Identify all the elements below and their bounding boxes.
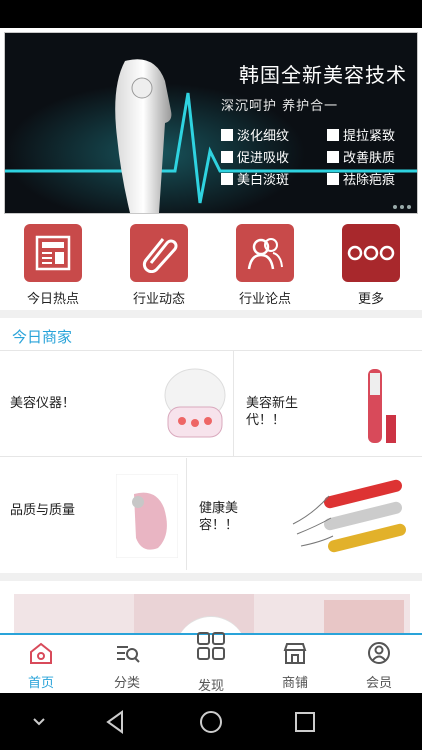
merchant-card[interactable]: 美容新生代！！	[234, 351, 422, 457]
merchant-card[interactable]: 美容仪器！	[0, 351, 234, 457]
store-icon	[283, 643, 307, 664]
checkbox-icon	[327, 128, 339, 141]
product-image	[292, 479, 406, 553]
banner-feature: 改善肤质	[327, 147, 395, 166]
more-dots-icon	[342, 224, 400, 282]
ad-image	[324, 600, 404, 634]
merchant-title: 品质与质量	[10, 503, 76, 518]
status-bar	[0, 0, 422, 28]
section-divider	[0, 573, 422, 581]
chevron-down-icon[interactable]	[24, 707, 54, 737]
promo-banner[interactable]: 韩国全新美容技术 深沉呵护 养护合一 淡化细纹 提拉紧致 促进吸收 改善肤质 美…	[4, 32, 418, 214]
section-title-merchants: 今日商家	[12, 328, 73, 346]
banner-title: 韩国全新美容技术	[239, 63, 407, 87]
home-icon	[30, 642, 52, 664]
grid-icon	[197, 632, 225, 660]
banner-feature: 祛除疤痕	[327, 169, 395, 188]
tab-label: 会员	[365, 676, 392, 691]
tab-member[interactable]: 会员	[344, 641, 414, 691]
banner-subtitle: 深沉呵护 养护合一	[221, 99, 339, 114]
tab-store[interactable]: 商铺	[260, 641, 330, 691]
quick-link-hot-today[interactable]: 今日热点	[8, 224, 98, 307]
merchant-title: 美容新生代！！	[246, 396, 299, 428]
tab-discover[interactable]: 发现	[176, 631, 246, 694]
tab-label: 首页	[27, 676, 54, 691]
paperclip-icon	[130, 224, 188, 282]
checkbox-icon	[221, 128, 233, 141]
tab-label: 商铺	[281, 676, 308, 691]
recent-apps-icon[interactable]	[290, 707, 320, 737]
quick-link-industry-views[interactable]: 行业论点	[220, 224, 310, 307]
merchant-title: 健康美容！！	[199, 501, 239, 533]
merchant-card[interactable]: 健康美容！！	[187, 458, 422, 570]
quick-link-industry-news[interactable]: 行业动态	[114, 224, 204, 307]
quick-link-label: 更多	[357, 292, 384, 307]
quick-link-more[interactable]: 更多	[326, 224, 416, 307]
people-icon	[236, 224, 294, 282]
tab-label: 发现	[197, 679, 224, 694]
banner-feature: 提拉紧致	[327, 125, 395, 144]
user-icon	[368, 642, 390, 664]
tab-category[interactable]: 分类	[92, 641, 162, 691]
banner-feature: 淡化细纹	[221, 125, 289, 144]
back-icon[interactable]	[102, 707, 132, 737]
category-search-icon	[117, 646, 140, 663]
home-circle-icon[interactable]	[196, 707, 226, 737]
product-image	[164, 368, 226, 438]
section-divider	[0, 310, 422, 318]
quick-link-label: 行业动态	[132, 292, 185, 307]
carousel-indicator	[393, 205, 411, 209]
quick-links: 今日热点 行业动态 行业论点 更多	[0, 216, 422, 308]
bottom-tab-bar: 首页 分类 发现 商铺 会员	[0, 631, 422, 695]
system-nav-bar	[0, 693, 422, 750]
checkbox-icon	[327, 150, 339, 163]
tab-home[interactable]: 首页	[6, 641, 76, 691]
merchant-title: 美容仪器！	[10, 396, 76, 411]
tab-label: 分类	[113, 676, 140, 691]
banner-feature: 美白淡斑	[221, 169, 289, 188]
checkbox-icon	[221, 172, 233, 185]
quick-link-label: 行业论点	[238, 292, 291, 307]
quick-link-label: 今日热点	[26, 292, 79, 307]
newspaper-icon	[24, 224, 82, 282]
product-image	[116, 474, 178, 558]
checkbox-icon	[327, 172, 339, 185]
banner-feature: 促进吸收	[221, 147, 289, 166]
checkbox-icon	[221, 150, 233, 163]
merchant-card[interactable]: 品质与质量	[0, 458, 187, 570]
product-image	[368, 369, 396, 443]
